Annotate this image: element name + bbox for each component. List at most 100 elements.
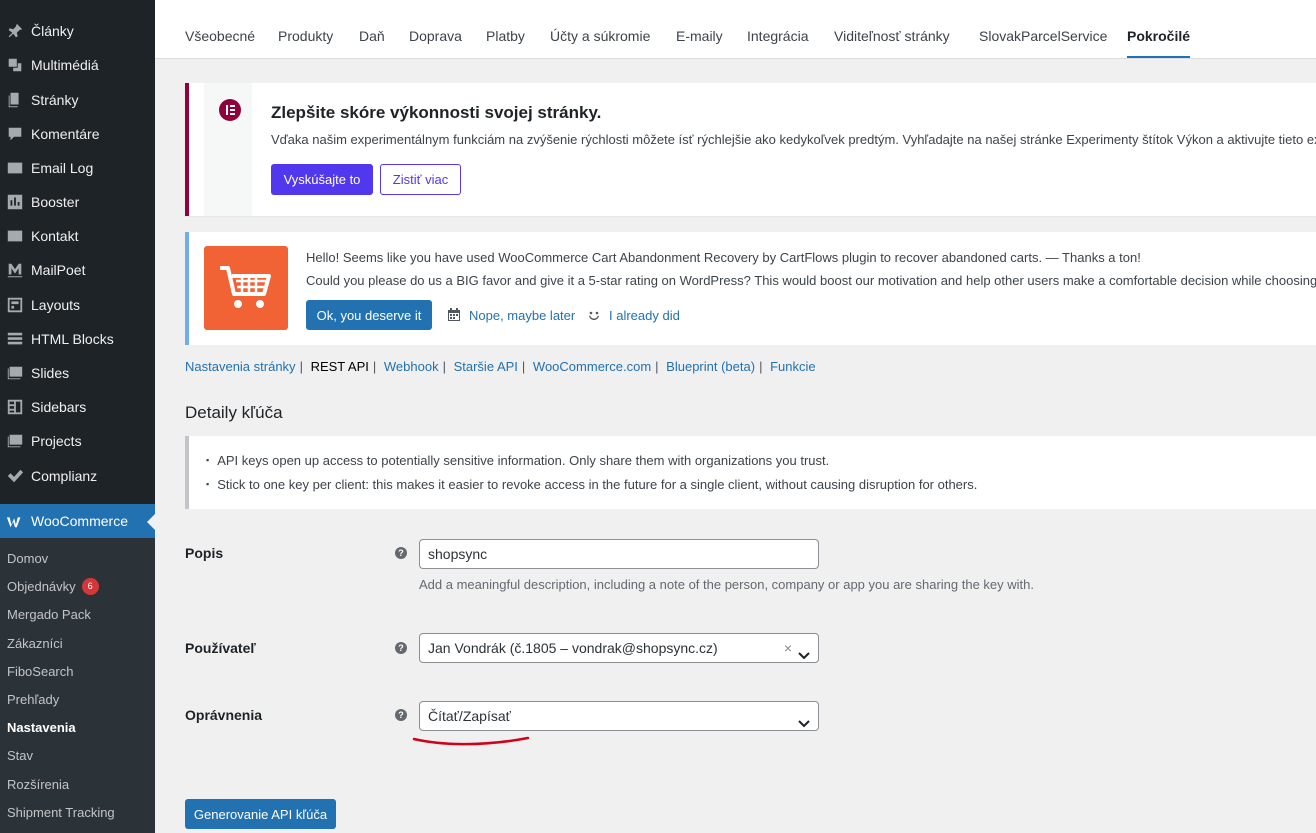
submenu-item-prehlady[interactable]: Prehľady [7, 685, 59, 713]
subnav-starsie-api[interactable]: Staršie API [454, 359, 518, 374]
tab-produkty[interactable]: Produkty [278, 0, 333, 58]
menu-item-projects[interactable]: Projects [0, 424, 155, 458]
subnav-rest-api[interactable]: REST API [311, 359, 369, 374]
menu-label: Slides [31, 365, 70, 381]
current-menu-arrow [147, 514, 155, 530]
submenu-item-shipment-tracking[interactable]: Shipment Tracking [7, 798, 115, 826]
check-icon [5, 466, 25, 486]
menu-item-email-log[interactable]: Email Log [0, 151, 155, 185]
menu-item-complianz[interactable]: Complianz [0, 459, 155, 493]
submenu-label: Shipment Tracking [7, 804, 115, 820]
slides-icon [5, 363, 25, 383]
maybe-later-label: Nope, maybe later [469, 307, 576, 323]
tab-e-maily[interactable]: E-maily [676, 0, 723, 58]
tab-dan[interactable]: Daň [359, 0, 385, 58]
description-input[interactable]: shopsync [419, 539, 819, 569]
menu-label: MailPoet [31, 262, 86, 278]
submenu-item-zakaznici[interactable]: Zákazníci [7, 629, 63, 657]
notice-icon-column [204, 83, 252, 216]
menu-item-multimedia[interactable]: Multimédiá [0, 48, 155, 82]
chevron-down-icon [798, 643, 810, 660]
permissions-select[interactable]: Čítať/Zapísať [419, 701, 819, 731]
submenu-item-domov[interactable]: Domov [7, 544, 48, 572]
menu-label: Kontakt [31, 228, 79, 244]
menu-item-stranky[interactable]: Stránky [0, 83, 155, 117]
help-icon[interactable]: ? [395, 642, 407, 654]
elementor-logo-icon [219, 99, 241, 121]
tab-ucty-a-sukromie[interactable]: Účty a súkromie [550, 0, 650, 58]
submenu-item-rozsirenia[interactable]: Rozšírenia [7, 770, 69, 798]
submenu-item-mergado-pack[interactable]: Mergado Pack [7, 600, 91, 628]
menu-label: HTML Blocks [31, 331, 114, 347]
menu-item-komentare[interactable]: Komentáre [0, 117, 155, 151]
description-label: Popis [185, 545, 224, 561]
submenu-label: Objednávky [7, 578, 76, 594]
submenu-label: Nastavenia [7, 719, 76, 735]
mailpoet-icon [5, 260, 25, 280]
pages-icon [5, 90, 25, 110]
user-select[interactable]: Jan Vondrák (č.1805 – vondrak@shopsync.c… [419, 633, 819, 663]
tab-pokrocile[interactable]: Pokročilé [1127, 0, 1191, 58]
submenu-item-objednavky[interactable]: Objednávky 6 [7, 572, 99, 600]
tab-platby[interactable]: Platby [486, 0, 525, 58]
description-help-text: Add a meaningful description, including … [419, 577, 1034, 592]
menu-item-layouts[interactable]: Layouts [0, 288, 155, 322]
projects-icon [5, 431, 25, 451]
generate-api-key-button[interactable]: Generovanie API kľúča [185, 799, 336, 829]
tab-vseobecne[interactable]: Všeobecné [185, 0, 255, 58]
tab-doprava[interactable]: Doprava [409, 0, 462, 58]
email-icon [5, 158, 25, 178]
notice-title: Zlepšite skóre výkonnosti svojej stránky… [271, 103, 602, 122]
submenu-label: Rozšírenia [7, 776, 70, 792]
subnav-blueprint[interactable]: Blueprint (beta) [666, 359, 755, 374]
already-did-link[interactable]: I already did [586, 307, 680, 323]
submenu-item-fibosearch[interactable]: FiboSearch [7, 657, 73, 685]
already-did-label: I already did [609, 307, 680, 323]
subnav-webhook[interactable]: Webhook [384, 359, 439, 374]
subnav-woocommerce-com[interactable]: WooCommerce.com [533, 359, 651, 374]
blocks-icon [5, 329, 25, 349]
sidebars-icon [5, 397, 25, 417]
tab-viditelnost-stranky[interactable]: Viditeľnosť stránky [834, 0, 950, 58]
media-icon [5, 55, 25, 75]
menu-label: Multimédiá [31, 57, 99, 73]
orders-count-badge: 6 [81, 577, 99, 595]
menu-label: Komentáre [31, 126, 100, 142]
section-title: Detaily kľúča [185, 403, 283, 422]
menu-item-woocommerce[interactable]: WooCommerce [0, 504, 155, 538]
maybe-later-link[interactable]: Nope, maybe later [446, 307, 575, 323]
woocommerce-submenu: Domov Objednávky 6 Mergado Pack Zákazníci… [0, 538, 155, 833]
menu-item-booster[interactable]: Booster [0, 185, 155, 219]
try-it-button[interactable]: Vyskúšajte to [271, 164, 373, 195]
cart-icon [204, 246, 288, 330]
user-label: Používateľ [185, 640, 256, 656]
menu-item-slides[interactable]: Slides [0, 356, 155, 390]
permissions-label: Oprávnenia [185, 707, 263, 723]
submenu-label: Domov [7, 550, 49, 566]
clear-icon[interactable]: × [784, 634, 792, 662]
submenu-item-stav[interactable]: Stav [7, 741, 33, 769]
settings-tabs: Všeobecné Produkty Daň Doprava Platby Úč… [155, 0, 1316, 59]
menu-label: Layouts [31, 297, 81, 313]
tab-slovakparcelservice[interactable]: SlovakParcelService [979, 0, 1107, 58]
learn-more-button[interactable]: Zistiť viac [380, 164, 461, 195]
subnav-nastavenia-stranky[interactable]: Nastavenia stránky [185, 359, 296, 374]
menu-label: Booster [31, 194, 80, 210]
elementor-performance-notice: Zlepšite skóre výkonnosti svojej stránky… [185, 83, 1316, 216]
menu-label: Projects [31, 433, 82, 449]
menu-item-clanky[interactable]: Články [0, 14, 155, 48]
help-icon[interactable]: ? [395, 547, 407, 559]
rate-ok-button[interactable]: Ok, you deserve it [306, 300, 432, 330]
submenu-item-nastavenia[interactable]: Nastavenia [7, 713, 76, 741]
tab-integracia[interactable]: Integrácia [747, 0, 808, 58]
submenu-label: Stav [7, 747, 34, 763]
menu-item-html-blocks[interactable]: HTML Blocks [0, 322, 155, 356]
menu-item-sidebars[interactable]: Sidebars [0, 390, 155, 424]
api-key-info-box: API keys open up access to potentially s… [185, 436, 1316, 509]
menu-item-kontakt[interactable]: Kontakt [0, 219, 155, 253]
subnav-funkcie[interactable]: Funkcie [770, 359, 816, 374]
help-icon[interactable]: ? [395, 709, 407, 721]
menu-label: Email Log [31, 160, 94, 176]
menu-item-mailpoet[interactable]: MailPoet [0, 253, 155, 287]
user-select-value: Jan Vondrák (č.1805 – vondrak@shopsync.c… [428, 640, 718, 656]
